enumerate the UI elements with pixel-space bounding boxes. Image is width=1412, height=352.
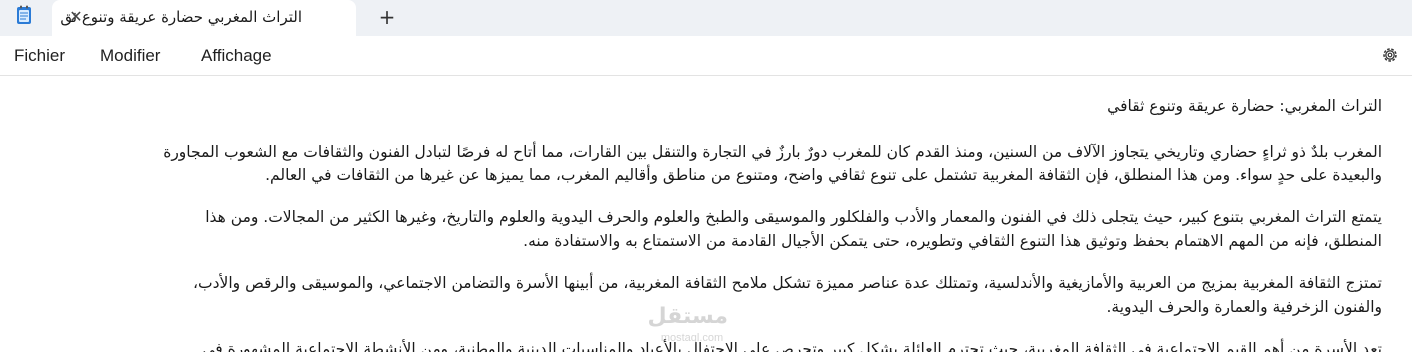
watermark-arabic: مستقل: [647, 304, 728, 329]
close-tab-icon[interactable]: ✕: [66, 7, 86, 27]
text-line: تمتزج الثقافة المغربية بمزيج من العربية …: [193, 274, 1382, 292]
tab-document[interactable]: التراث المغربي حضارة عريقة وتنوع ثق ✕: [52, 0, 356, 36]
gear-icon[interactable]: [1380, 45, 1400, 65]
text-line: المنطلق، فإنه من المهم الاهتمام بحفظ وتو…: [523, 232, 1382, 250]
menu-bar: Fichier Modifier Affichage: [0, 36, 1412, 76]
text-editor[interactable]: التراث المغربي: حضارة عريقة وتنوع ثقافي …: [0, 77, 1412, 352]
tab-title: التراث المغربي حضارة عريقة وتنوع ثق: [60, 8, 302, 26]
text-line: يتمتع التراث المغربي بتنوع كبير، حيث يتج…: [205, 208, 1382, 226]
document-heading: التراث المغربي: حضارة عريقة وتنوع ثقافي: [1107, 97, 1382, 115]
text-line: والبعيدة على حدٍ سواء. ومن هذا المنطلق، …: [265, 166, 1382, 184]
menu-file[interactable]: Fichier: [14, 46, 65, 66]
maximize-icon[interactable]: [1306, 0, 1352, 8]
close-window-icon[interactable]: [1366, 0, 1412, 8]
menu-edit[interactable]: Modifier: [100, 46, 160, 66]
title-bar: التراث المغربي حضارة عريقة وتنوع ثق ✕ +: [0, 0, 1412, 36]
text-line: المغرب بلدٌ ذو ثراءٍ حضاري وتاريخي يتجاو…: [163, 143, 1382, 161]
menu-view[interactable]: Affichage: [201, 46, 272, 66]
new-tab-button[interactable]: +: [374, 5, 400, 29]
watermark-latin: mostaql.com: [660, 332, 724, 344]
watermark-logo: مستقل mostaql.com: [647, 304, 728, 348]
notepad-icon: [14, 5, 34, 25]
